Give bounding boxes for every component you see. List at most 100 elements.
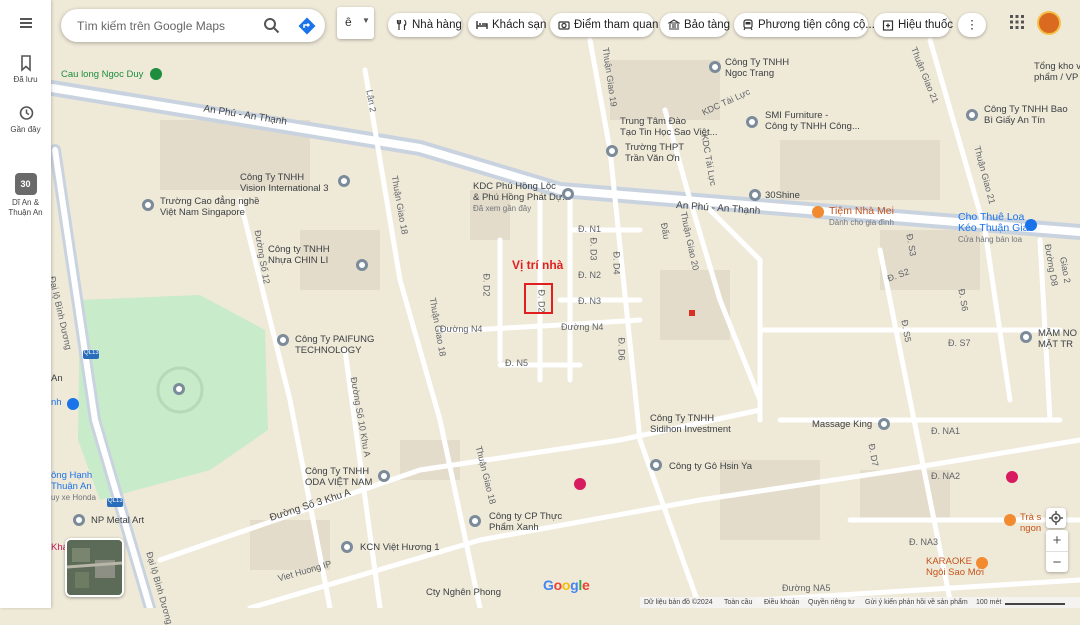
scale-label[interactable]: 100 mét (976, 597, 1001, 608)
place-label[interactable]: nh (51, 397, 62, 408)
place-label[interactable]: Trung Tâm Đào Tạo Tin Học Sao Việt... (620, 116, 718, 138)
bookmark-icon (20, 55, 31, 72)
shop-pin[interactable] (574, 478, 586, 490)
saved-button[interactable]: Đã lưu (0, 54, 51, 85)
place-label[interactable]: SMI Furniture - Công ty TNHH Công... (765, 110, 860, 132)
place-pin[interactable] (378, 470, 390, 482)
place-label[interactable]: Công Ty PAIFUNG TECHNOLOGY (295, 334, 374, 356)
place-label[interactable]: Công Ty TNHH Bao Bì Giấy An Tín (984, 104, 1068, 126)
place-pin[interactable] (709, 61, 721, 73)
place-pin[interactable] (338, 175, 350, 187)
place-pin[interactable] (878, 418, 890, 430)
place-label[interactable]: Cty Nghên Phong (426, 587, 501, 598)
place-label[interactable]: KARAOKE Ngôi Sao Mới (926, 556, 984, 578)
place-label[interactable]: NP Metal Art (91, 515, 144, 526)
place-pin[interactable] (966, 109, 978, 121)
my-location-icon (1049, 511, 1063, 525)
place-label[interactable]: Công Ty TNHH Ngoc Trang (725, 57, 789, 79)
directions-icon[interactable] (297, 16, 317, 36)
input-tools-button[interactable]: ê ▼ (337, 7, 374, 39)
road-label: Đường N4 (561, 322, 604, 332)
more-vert-icon: ⋮ (966, 19, 978, 31)
shop-pin[interactable] (67, 398, 79, 410)
chip-label: Hiệu thuốc (898, 19, 953, 31)
place-pin[interactable] (277, 334, 289, 346)
zoom-out-button[interactable]: − (1046, 551, 1068, 573)
layers-thumbnail-button[interactable] (65, 538, 124, 597)
home-location-label: Vị trí nhà (512, 258, 564, 272)
input-tools-label: ê (345, 15, 352, 29)
place-label[interactable]: Trường Cao đẳng nghề Việt Nam Singapore (160, 196, 259, 218)
place-label[interactable]: Cho Thuê Loa Kéo Thuận Giao Cửa hàng bán l… (958, 212, 1034, 245)
place-pin[interactable] (356, 259, 368, 271)
search-icon[interactable] (262, 16, 282, 36)
zoom-in-button[interactable]: + (1046, 530, 1068, 551)
place-label[interactable]: MẦM NO MẶT TR (1038, 328, 1077, 350)
place-label[interactable]: An (51, 373, 63, 384)
road-label: Đ. NA1 (931, 426, 961, 436)
place-pin[interactable] (341, 541, 353, 553)
place-label[interactable]: KCN Việt Hương 1 (360, 542, 439, 553)
place-label[interactable]: Công ty TNHH Nhựa CHIN LI (268, 244, 330, 266)
chip-pharmacies[interactable]: Hiệu thuốc (874, 13, 953, 37)
road-label: Đ. NA2 (931, 471, 961, 481)
place-label[interactable]: Trà s ngon (1020, 512, 1041, 534)
recent-area-button[interactable]: 30 Dĩ An & Thuận An (0, 173, 51, 218)
chip-museums[interactable]: Bảo tàng (660, 13, 730, 37)
school-pin[interactable] (142, 199, 154, 211)
landmark-pin[interactable] (173, 383, 185, 395)
my-location-button[interactable] (1046, 508, 1066, 528)
place-pin[interactable] (73, 514, 85, 526)
zoom-controls: + − (1046, 530, 1068, 572)
more-chips-button[interactable]: ⋮ (958, 13, 986, 37)
chip-hotels[interactable]: Khách sạn (468, 13, 546, 37)
place-label[interactable]: Trường THPT Trần Văn Ơn (625, 142, 684, 164)
apps-grid-icon[interactable] (1009, 14, 1025, 30)
road-label: Đ. S7 (948, 338, 971, 348)
place-label[interactable]: Massage King (812, 419, 872, 430)
menu-button[interactable] (0, 14, 51, 35)
recent-button[interactable]: Gần đây (0, 104, 51, 135)
area-thumbnail-icon: 30 (14, 173, 37, 195)
terms-link[interactable]: Điều khoản (764, 597, 799, 608)
place-pin[interactable] (562, 188, 574, 200)
place-label[interactable]: Công Ty TNHH Sidihon Investment (650, 413, 731, 435)
place-label[interactable]: Tiệm Nhà Mei Dành cho gia đình (829, 206, 894, 228)
shop-pin[interactable] (1025, 219, 1037, 231)
place-label[interactable]: Công ty CP Thực Phẩm Xanh (489, 511, 562, 533)
road-label: Đường N4 (440, 324, 483, 334)
restaurant-icon (396, 19, 407, 30)
camera-icon (558, 21, 570, 30)
shop-pin[interactable] (1006, 471, 1018, 483)
place-label[interactable]: 30Shine (765, 190, 800, 201)
place-pin[interactable] (469, 515, 481, 527)
road-label: Đ. D6 (616, 337, 627, 361)
chip-restaurants[interactable]: Nhà hàng (388, 13, 462, 37)
place-label[interactable]: Cau long Ngoc Duy (61, 69, 143, 80)
global-link[interactable]: Toàn cầu (724, 597, 752, 608)
place-pin[interactable] (150, 68, 162, 80)
place-label[interactable]: Công Ty TNHH Vision International 3 (240, 172, 329, 194)
place-pin[interactable] (749, 189, 761, 201)
place-label[interactable]: Công ty Gô Hsin Ya (669, 461, 752, 472)
place-pin[interactable] (1004, 514, 1016, 526)
place-pin[interactable] (812, 206, 824, 218)
place-label[interactable]: Công Ty TNHH ODA VIỆT NAM (305, 466, 372, 488)
chip-label: Nhà hàng (412, 19, 462, 31)
privacy-link[interactable]: Quyền riêng tư (808, 597, 855, 608)
school-pin[interactable] (606, 145, 618, 157)
place-label[interactable]: Tổng kho vì phẩm / VP (1034, 61, 1080, 83)
avatar[interactable] (1037, 11, 1061, 35)
chip-label: Phương tiện công cộ... (758, 19, 875, 31)
chip-attractions[interactable]: Điểm tham quan (550, 13, 658, 37)
place-label[interactable]: KDC Phú Hồng Lộc & Phú Hồng Phát Dự... Đã … (473, 181, 570, 214)
feedback-link[interactable]: Gửi ý kiến phản hồi về sản phẩm (865, 597, 968, 608)
place-pin[interactable] (650, 459, 662, 471)
place-pin[interactable] (746, 116, 758, 128)
search-input[interactable] (75, 17, 259, 35)
road-label: Đ. D2 (481, 273, 492, 297)
school-pin[interactable] (1020, 331, 1032, 343)
place-label[interactable]: ông Hạnh Thuận An uy xe Honda (51, 470, 96, 503)
transit-icon (743, 19, 753, 31)
chip-transit[interactable]: Phương tiện công cộ... (734, 13, 875, 37)
